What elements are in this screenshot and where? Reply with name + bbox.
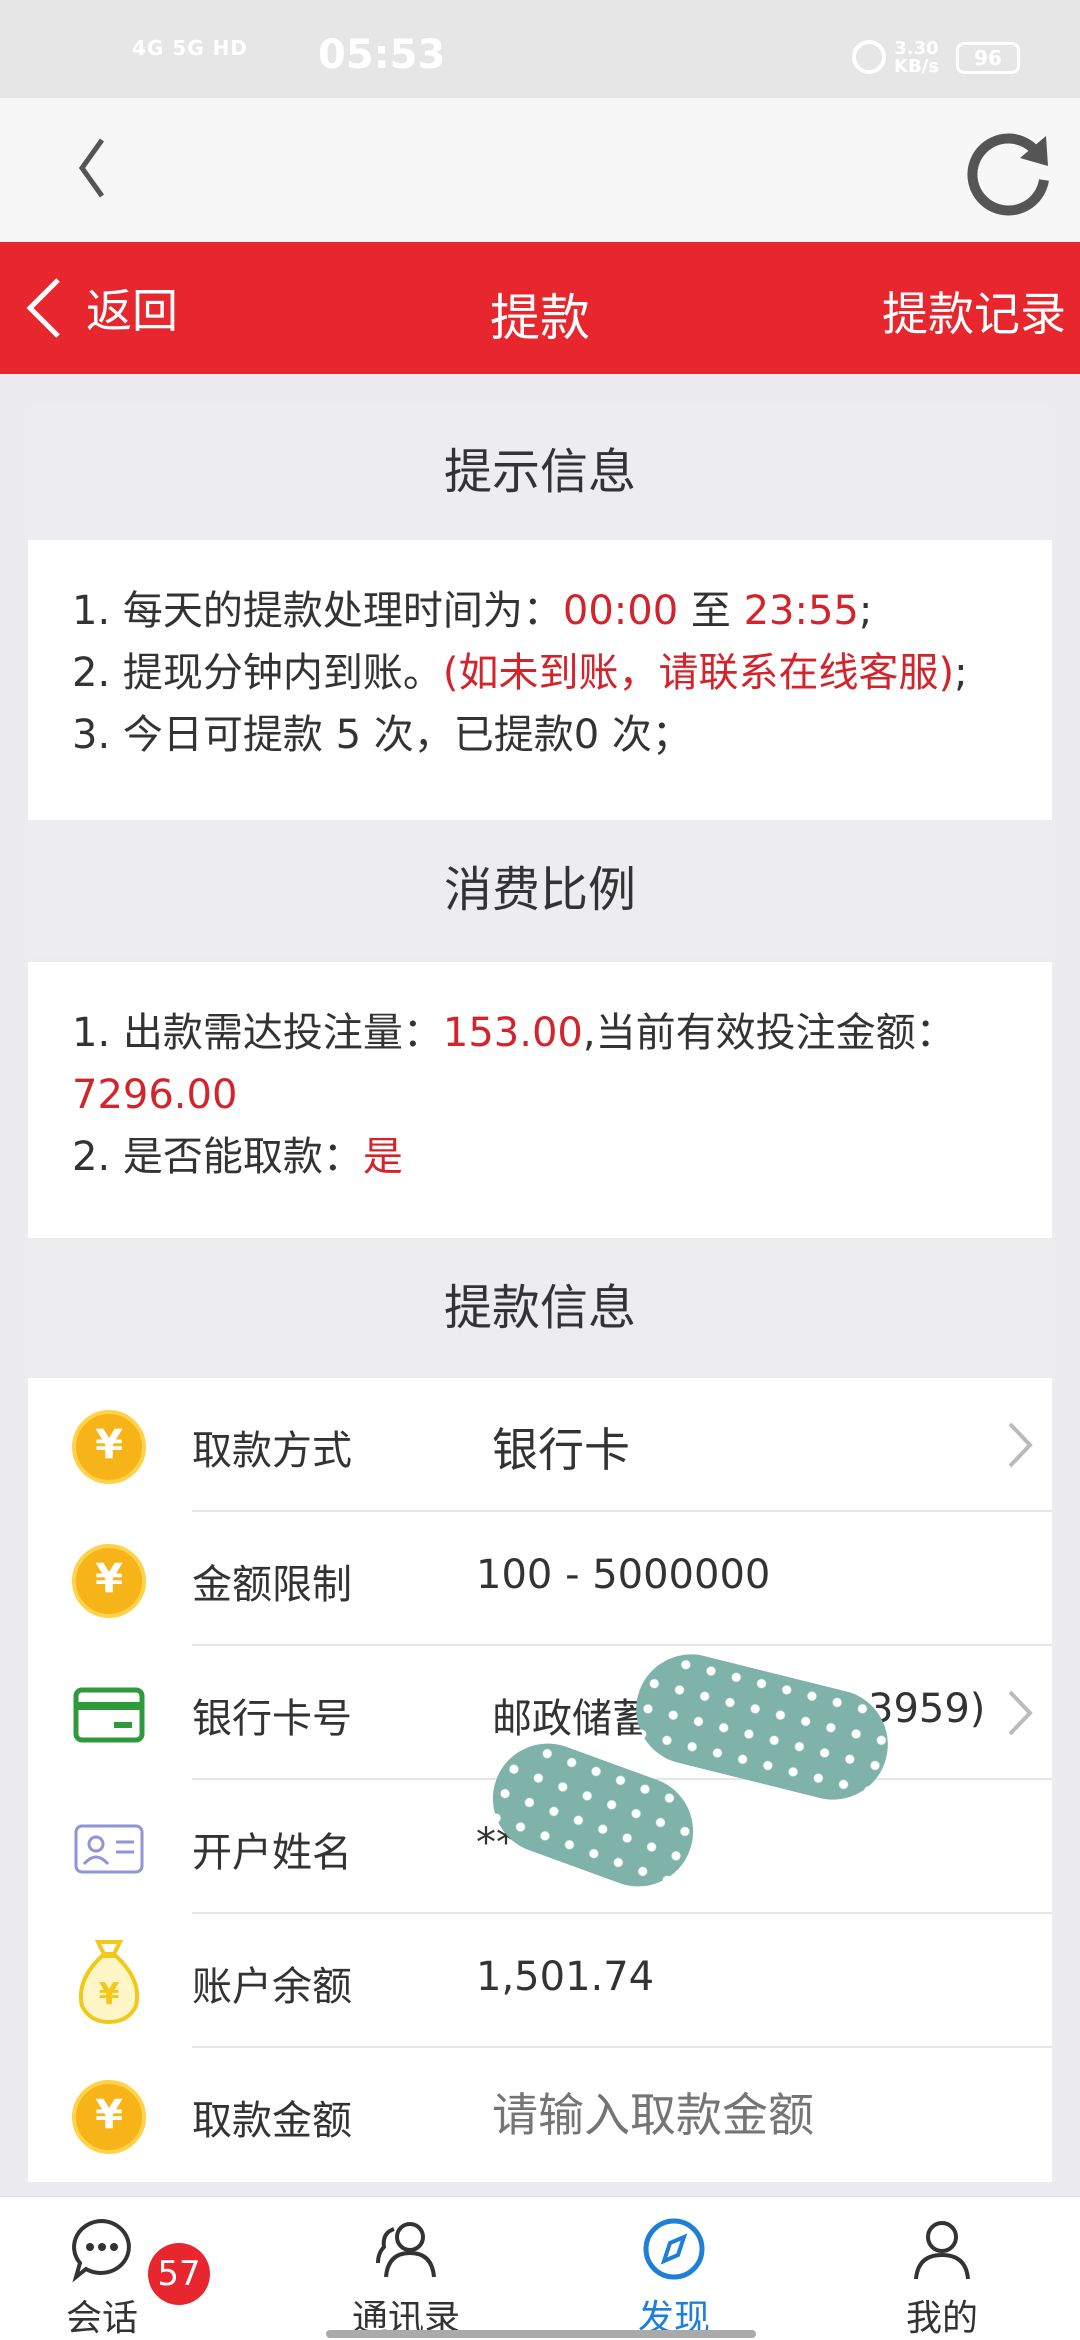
money-bag-icon: ¥ xyxy=(79,1940,139,2025)
current-bet-amount: 7296.00 xyxy=(72,1072,238,1118)
status-bar: 4G 5G HD 05:53 3.30 KB/s 96 xyxy=(0,0,1080,98)
unread-badge: 57 xyxy=(148,2243,210,2305)
chevron-right-icon xyxy=(1008,1422,1033,1468)
compass-icon xyxy=(643,2218,705,2280)
consumption-line-2: 2. 是否能取款：是 xyxy=(72,1134,403,1180)
withdraw-info-section-title: 提款信息 xyxy=(28,1240,1052,1376)
notice-line-2: 2. 提现分钟内到账。(如未到账，请联系在线客服); xyxy=(72,650,968,696)
card-bank-name: 邮政储蓄 xyxy=(492,1696,652,1742)
amount-label: 取款金额 xyxy=(192,2098,352,2144)
withdraw-amount-input[interactable] xyxy=(492,2078,992,2152)
bank-card-icon xyxy=(73,1687,145,1743)
yen-coin-icon: ¥ xyxy=(72,1410,146,1484)
name-label: 开户姓名 xyxy=(192,1830,352,1876)
network-indicator: 4G 5G HD xyxy=(132,36,248,60)
card-number-suffix: 3959) xyxy=(868,1686,986,1732)
app-header: 返回 提款 提款记录 xyxy=(0,242,1080,374)
status-time: 05:53 xyxy=(318,32,446,78)
withdraw-method-row[interactable]: ¥ 取款方式 银行卡 xyxy=(28,1378,1052,1512)
method-value: 银行卡 xyxy=(492,1423,630,1477)
browser-toolbar xyxy=(0,98,1080,242)
alarm-icon xyxy=(852,40,886,74)
contacts-icon xyxy=(376,2222,436,2278)
yen-coin-icon: ¥ xyxy=(72,1544,146,1618)
amount-limit-row: ¥ 金额限制 100 - 5000000 xyxy=(28,1512,1052,1646)
id-card-icon xyxy=(74,1824,144,1874)
method-label: 取款方式 xyxy=(192,1428,352,1474)
chat-bubble-icon xyxy=(72,2218,131,2283)
consumption-section-title: 消费比例 xyxy=(28,822,1052,958)
withdraw-amount-row: ¥ 取款金额 xyxy=(28,2048,1052,2182)
tab-me-label: 我的 xyxy=(905,2298,978,2339)
notice-line-1: 1. 每天的提款处理时间为：00:00 至 23:55; xyxy=(72,588,873,634)
home-indicator xyxy=(326,2330,756,2338)
chevron-right-icon xyxy=(1008,1690,1033,1736)
yen-coin-icon: ¥ xyxy=(72,2080,146,2154)
bottom-tab-bar: 会话 57 通讯录 发现 我的 xyxy=(0,2196,1080,2340)
consumption-line-1: 1. 出款需达投注量：153.00,当前有效投注金额： xyxy=(72,1010,956,1056)
notice-section-title: 提示信息 xyxy=(28,404,1052,540)
limit-value: 100 - 5000000 xyxy=(476,1552,771,1598)
tab-discover[interactable]: 发现 xyxy=(574,2197,774,2340)
notice-line-3: 3. 今日可提款 5 次，已提款0 次； xyxy=(72,712,692,758)
svg-text:¥: ¥ xyxy=(99,1977,120,2012)
refresh-icon[interactable] xyxy=(960,124,1056,220)
tab-me[interactable]: 我的 xyxy=(842,2197,1042,2340)
account-balance-row: ¥ 账户余额 1,501.74 xyxy=(28,1914,1052,2048)
limit-label: 金额限制 xyxy=(192,1562,352,1608)
balance-value: 1,501.74 xyxy=(476,1954,655,2000)
withdraw-records-link[interactable]: 提款记录 xyxy=(882,278,1066,344)
network-speed: 3.30 KB/s xyxy=(894,38,939,77)
browser-back-icon[interactable] xyxy=(62,128,122,208)
balance-label: 账户余额 xyxy=(192,1964,352,2010)
tab-chat[interactable]: 会话 57 xyxy=(2,2197,210,2340)
battery-indicator: 96 xyxy=(956,42,1020,74)
consumption-card: 1. 出款需达投注量：153.00,当前有效投注金额： 7296.00 2. 是… xyxy=(28,962,1052,1238)
card-label: 银行卡号 xyxy=(192,1696,352,1742)
tab-contacts[interactable]: 通讯录 xyxy=(306,2197,506,2340)
person-icon xyxy=(914,2221,970,2280)
notice-card: 1. 每天的提款处理时间为：00:00 至 23:55; 2. 提现分钟内到账。… xyxy=(28,540,1052,820)
